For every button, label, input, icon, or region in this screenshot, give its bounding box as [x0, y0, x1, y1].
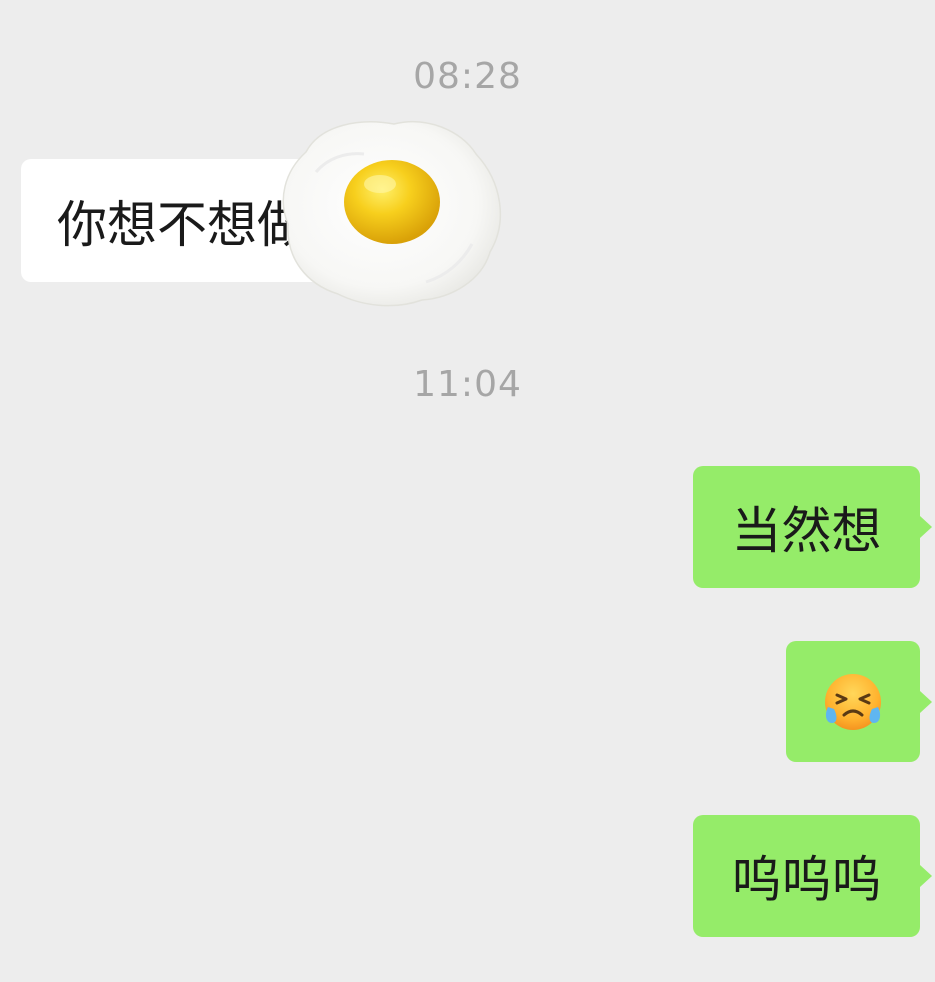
- outgoing-message-bubble[interactable]: 当然想: [693, 466, 932, 588]
- timestamp: 08:28: [413, 56, 522, 97]
- message-text: 你想不想做: [57, 195, 307, 254]
- chat-view: 08:28 你想不想做 11:04 当然想 呜呜呜: [0, 0, 935, 982]
- message-text: 当然想: [731, 502, 882, 560]
- egg-yolk: [344, 160, 440, 244]
- crying-laughing-face-emoji: [825, 673, 881, 730]
- fried-egg-sticker[interactable]: [276, 112, 508, 312]
- outgoing-message-bubble[interactable]: 呜呜呜: [693, 815, 932, 937]
- outgoing-emoji-bubble[interactable]: [786, 641, 932, 762]
- timestamp: 11:04: [413, 364, 522, 405]
- message-text: 呜呜呜: [731, 851, 882, 909]
